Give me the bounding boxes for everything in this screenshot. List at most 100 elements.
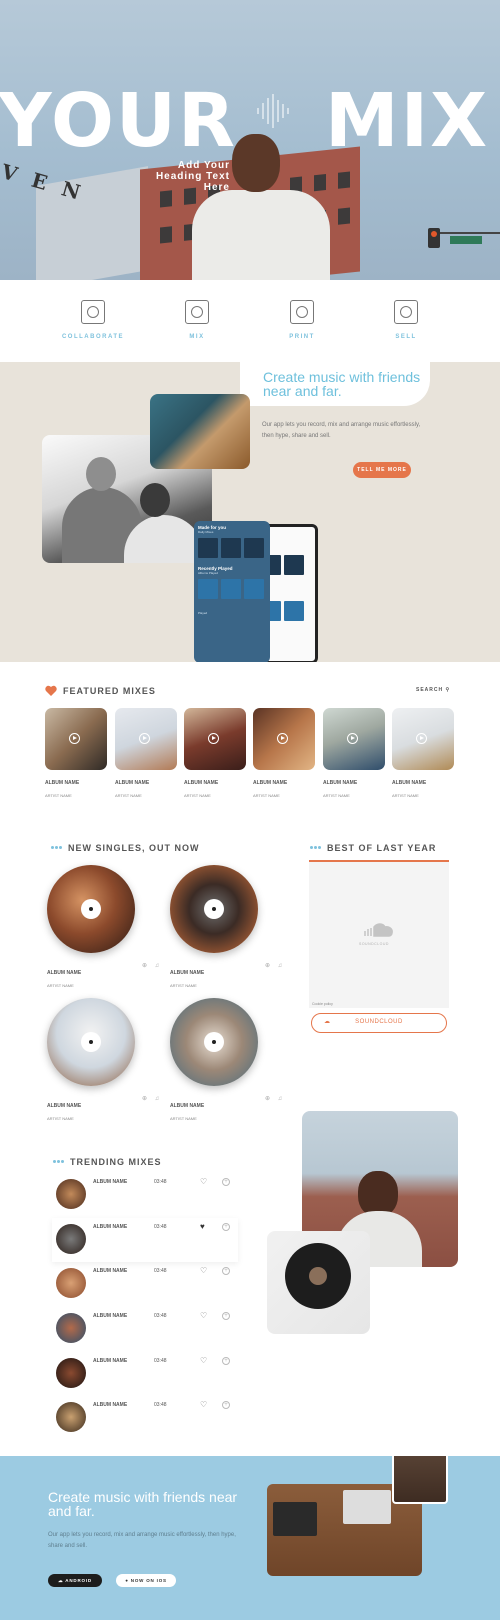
tell-me-more-button[interactable]: TELL ME MORE — [353, 462, 411, 478]
cookie-policy-link[interactable]: Cookie policy — [312, 1002, 333, 1006]
heart-filled-icon[interactable]: ♥ — [200, 1223, 205, 1231]
track-name: ALBUM NAME — [93, 1313, 128, 1319]
feature-label: COLLABORATE — [61, 334, 125, 340]
add-icon[interactable]: + — [222, 1267, 230, 1275]
trending-row[interactable]: ALBUM NAME 03:48 ♡ + — [52, 1173, 238, 1217]
vinyl-cover[interactable] — [170, 865, 258, 953]
track-name: ALBUM NAME — [93, 1402, 128, 1408]
play-icon[interactable] — [139, 733, 150, 744]
heart-outline-icon[interactable]: ♡ — [200, 1312, 207, 1320]
featured-card[interactable]: ALBUM NAME ARTIST NAME — [253, 708, 315, 798]
record-disc — [285, 1243, 351, 1309]
add-icon[interactable]: + — [222, 1401, 230, 1409]
artist-name: ARTIST NAME — [184, 793, 211, 798]
app-download-section: Create music with friends near and far. … — [0, 1456, 500, 1620]
phone-played-label: Played — [198, 611, 208, 615]
album-tile[interactable] — [244, 538, 264, 558]
dots-icon — [310, 846, 322, 850]
vinyl-cover[interactable] — [47, 998, 135, 1086]
friend-head — [86, 457, 116, 491]
collaborate-icon — [81, 300, 105, 324]
add-icon[interactable]: + — [222, 1223, 230, 1231]
feature-label: PRINT — [289, 334, 315, 340]
track-actions[interactable]: ⊕ ♫ — [142, 962, 162, 969]
vinyl-cover[interactable] — [170, 998, 258, 1086]
heart-outline-icon[interactable]: ♡ — [200, 1267, 207, 1275]
soundcloud-logo-text: SOUNDCLOUD — [359, 942, 389, 946]
android-button-label: ANDROID — [65, 1578, 92, 1583]
track-thumbnail — [56, 1313, 86, 1343]
play-icon[interactable] — [208, 733, 219, 744]
feature-sell[interactable]: SELL — [366, 300, 446, 340]
play-icon[interactable] — [416, 733, 427, 744]
add-icon[interactable]: + — [222, 1357, 230, 1365]
track-actions[interactable]: ⊕ ♫ — [265, 1095, 285, 1102]
feature-print[interactable]: PRINT — [262, 300, 342, 340]
dots-icon — [53, 1160, 65, 1164]
best-of-title: BEST OF LAST YEAR — [327, 843, 437, 853]
album-tile[interactable] — [221, 579, 241, 599]
soundcloud-embed[interactable]: SOUNDCLOUD Cookie policy — [309, 860, 449, 1008]
artist-name: ARTIST NAME — [323, 793, 350, 798]
track-name: ALBUM NAME — [93, 1179, 128, 1185]
feature-collaborate[interactable]: COLLABORATE — [53, 300, 133, 340]
artist-name: ARTIST NAME — [392, 793, 419, 798]
featured-card[interactable]: ALBUM NAME ARTIST NAME — [392, 708, 454, 798]
feature-label: SELL — [395, 334, 417, 340]
hero-title-left: YOUR — [0, 78, 237, 164]
tile-row — [194, 575, 270, 603]
soundcloud-button[interactable]: ☁ SOUNDCLOUD — [311, 1013, 447, 1033]
dots-icon — [51, 846, 63, 850]
trending-row[interactable]: ALBUM NAME 03:48 ♡ + — [52, 1262, 238, 1306]
hero-subheading-line: Here — [203, 182, 230, 193]
track-duration: 03:48 — [154, 1358, 167, 1364]
album-tile[interactable] — [198, 538, 218, 558]
track-actions[interactable]: ⊕ ♫ — [142, 1095, 162, 1102]
track-duration: 03:48 — [154, 1268, 167, 1274]
tile-row — [194, 534, 270, 562]
trending-row[interactable]: ALBUM NAME 03:48 ♡ + — [52, 1307, 238, 1351]
add-icon[interactable]: + — [222, 1178, 230, 1186]
album-cover — [115, 708, 177, 770]
track-actions[interactable]: ⊕ ♫ — [265, 962, 285, 969]
trending-row-active[interactable]: ALBUM NAME 03:48 ♥ + — [52, 1218, 238, 1262]
vinyl-cover[interactable] — [47, 865, 135, 953]
track-name: ALBUM NAME — [93, 1268, 128, 1274]
traffic-light — [428, 228, 440, 248]
artist-name: ARTIST NAME — [170, 983, 197, 988]
feature-mix[interactable]: MIX — [157, 300, 237, 340]
turntable — [273, 1502, 317, 1536]
add-icon[interactable]: + — [222, 1312, 230, 1320]
trending-row[interactable]: ALBUM NAME 03:48 ♡ + — [52, 1352, 238, 1396]
play-icon[interactable] — [69, 733, 80, 744]
featured-card[interactable]: ALBUM NAME ARTIST NAME — [184, 708, 246, 798]
track-thumbnail — [56, 1224, 86, 1254]
track-name: ALBUM NAME — [93, 1358, 128, 1364]
album-tile — [284, 555, 304, 575]
featured-card[interactable]: ALBUM NAME ARTIST NAME — [115, 708, 177, 798]
album-tile — [284, 601, 304, 621]
laptop — [343, 1490, 391, 1524]
street-sign — [450, 236, 482, 244]
heart-outline-icon[interactable]: ♡ — [200, 1401, 207, 1409]
track-thumbnail — [56, 1179, 86, 1209]
search-icon: ⚲ — [445, 687, 451, 693]
heart-outline-icon[interactable]: ♡ — [200, 1178, 207, 1186]
album-tile[interactable] — [244, 579, 264, 599]
album-tile[interactable] — [221, 538, 241, 558]
album-cover — [392, 708, 454, 770]
trending-row[interactable]: ALBUM NAME 03:48 ♡ + — [52, 1396, 238, 1440]
feature-label: MIX — [189, 334, 205, 340]
play-icon[interactable] — [347, 733, 358, 744]
sell-icon — [394, 300, 418, 324]
ios-button-label: NOW ON IOS — [130, 1578, 167, 1583]
featured-card[interactable]: ALBUM NAME ARTIST NAME — [323, 708, 385, 798]
ios-button[interactable]: ● NOW ON IOS — [116, 1574, 176, 1587]
album-tile[interactable] — [198, 579, 218, 599]
play-icon[interactable] — [277, 733, 288, 744]
heart-outline-icon[interactable]: ♡ — [200, 1357, 207, 1365]
android-button[interactable]: ☁ ANDROID — [48, 1574, 102, 1587]
artist-name: ARTIST NAME — [115, 793, 142, 798]
search-link[interactable]: SEARCH ⚲ — [416, 687, 450, 693]
featured-card[interactable]: ALBUM NAME ARTIST NAME — [45, 708, 107, 798]
